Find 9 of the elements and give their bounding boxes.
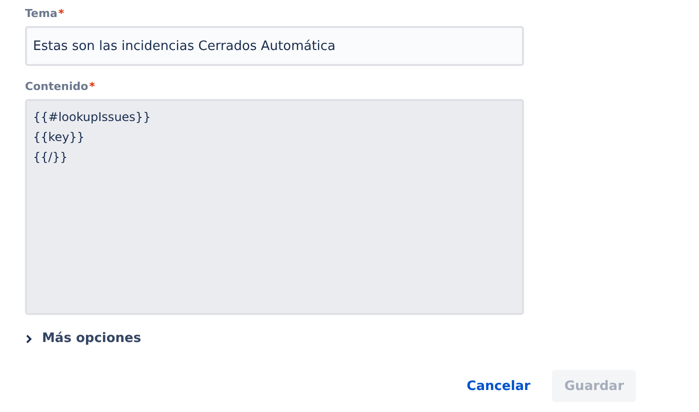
chevron-icon	[25, 334, 33, 344]
required-mark: *	[89, 80, 95, 93]
field-label: Contenido	[25, 80, 88, 93]
content-textarea[interactable]: {{#lookupIssues}} {{key}} {{/}}	[25, 99, 524, 315]
cancel-button[interactable]: Cancelar	[454, 370, 542, 402]
subject-input[interactable]: Estas son las incidencias Cerrados Automática	[25, 26, 524, 66]
more-options-toggle[interactable]: Más opciones	[25, 327, 142, 350]
required-mark: *	[58, 7, 64, 20]
field-label: Tema	[25, 7, 58, 20]
